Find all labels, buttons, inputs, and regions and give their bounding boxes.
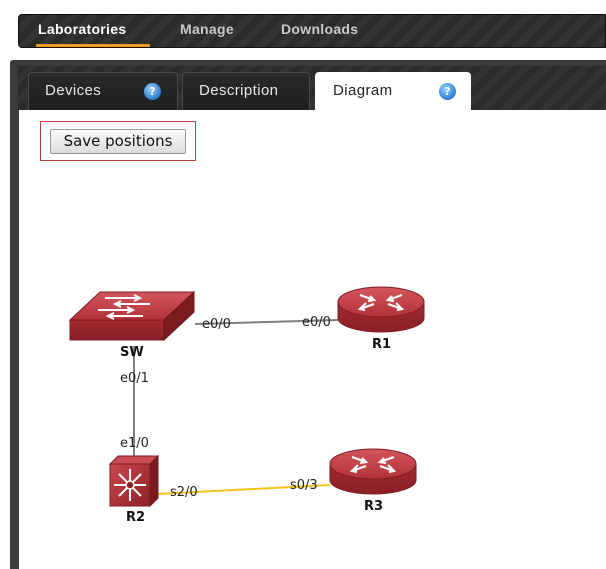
device-name: R1 [372, 337, 391, 352]
device-name: R2 [126, 510, 145, 525]
port-label: e0/1 [120, 371, 149, 386]
multilayer-switch-icon[interactable] [108, 454, 160, 508]
router-icon[interactable] [337, 286, 425, 333]
port-label: e0/0 [202, 317, 231, 332]
device-name: R3 [364, 499, 383, 514]
network-diagram: e0/0 e0/0 e0/1 e1/0 s2/0 s0/3 SW R1 R2 R… [68, 286, 425, 525]
device-name: SW [120, 345, 144, 360]
port-label: s0/3 [290, 478, 318, 493]
switch-icon[interactable] [68, 290, 196, 342]
router-icon[interactable] [329, 448, 417, 495]
port-label: e1/0 [120, 436, 149, 451]
port-label: e0/0 [302, 315, 331, 330]
port-label: s2/0 [170, 485, 198, 500]
